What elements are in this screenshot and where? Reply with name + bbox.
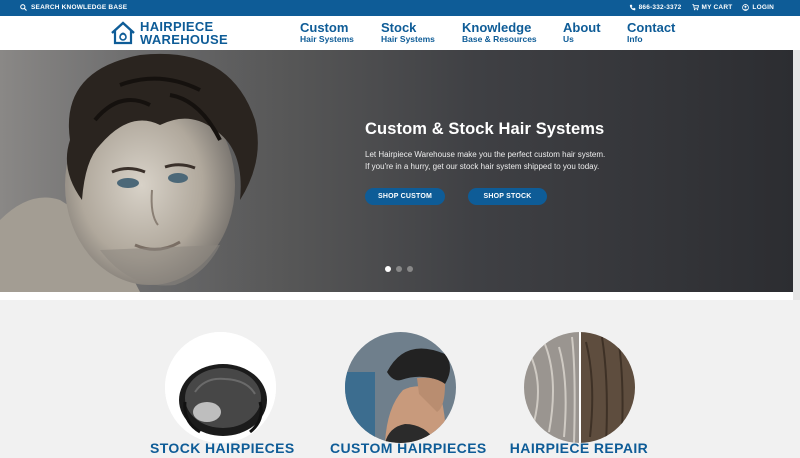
top-utility-bar: SEARCH KNOWLEDGE BASE 866-332-3372 MY CA…: [0, 0, 800, 16]
shop-stock-button[interactable]: SHOP STOCK: [468, 188, 547, 205]
login-link[interactable]: LOGIN: [742, 4, 774, 11]
category-title[interactable]: CUSTOM HAIRPIECES: [330, 440, 486, 456]
cart-icon: [691, 4, 699, 11]
nav-menu: Custom Hair Systems Stock Hair Systems K…: [300, 21, 697, 44]
nav-item-about[interactable]: About Us: [563, 21, 627, 44]
nav-item-title: About: [563, 20, 601, 35]
nav-item-subtitle: Info: [627, 34, 643, 44]
hero-title: Custom & Stock Hair Systems: [365, 120, 605, 138]
hero-slider: Custom & Stock Hair Systems Let Hairpiec…: [0, 50, 793, 292]
nav-item-custom[interactable]: Custom Hair Systems: [300, 21, 381, 44]
hero-description: Let Hairpiece Warehouse make you the per…: [365, 149, 665, 173]
nav-item-title: Knowledge: [462, 20, 532, 35]
logo-line-2: WAREHOUSE: [140, 32, 228, 47]
nav-item-stock[interactable]: Stock Hair Systems: [381, 21, 462, 44]
nav-item-subtitle: Hair Systems: [300, 34, 354, 44]
nav-item-title: Contact: [627, 20, 676, 35]
my-cart-link[interactable]: MY CART: [691, 4, 733, 11]
search-label: SEARCH KNOWLEDGE BASE: [31, 4, 128, 11]
search-knowledge-base-link[interactable]: SEARCH KNOWLEDGE BASE: [20, 4, 127, 11]
hero-desc-line-1: Let Hairpiece Warehouse make you the per…: [365, 150, 606, 159]
category-title[interactable]: HAIRPIECE REPAIR: [509, 440, 649, 456]
page-edge-strip: [793, 50, 800, 300]
hairpiece-repair-image: [523, 332, 635, 443]
site-logo[interactable]: HAIRPIECE WAREHOUSE: [109, 18, 229, 48]
hero-content: Custom & Stock Hair Systems Let Hairpiec…: [365, 120, 665, 205]
stock-hairpiece-image: [164, 332, 276, 443]
user-icon: [742, 4, 750, 11]
slider-dot-2[interactable]: [396, 266, 402, 272]
category-card-stock[interactable]: STOCK HAIRPIECES: [150, 332, 294, 456]
slider-dot-3[interactable]: [407, 266, 413, 272]
slider-dots: [385, 266, 413, 272]
login-label: LOGIN: [752, 4, 774, 11]
phone-link[interactable]: 866-332-3372: [629, 4, 682, 11]
cart-label: MY CART: [701, 4, 733, 11]
hero-model-photo: [0, 50, 290, 292]
category-card-custom[interactable]: CUSTOM HAIRPIECES: [330, 332, 486, 456]
house-logo-icon: [111, 21, 135, 45]
nav-item-subtitle: Base & Resources: [462, 34, 537, 44]
nav-item-knowledge[interactable]: Knowledge Base & Resources: [462, 21, 563, 44]
nav-item-subtitle: Us: [563, 34, 574, 44]
nav-item-title: Custom: [300, 20, 349, 35]
main-navigation: HAIRPIECE WAREHOUSE Custom Hair Systems …: [0, 16, 800, 50]
category-title[interactable]: STOCK HAIRPIECES: [150, 440, 294, 456]
nav-item-title: Stock: [381, 20, 417, 35]
hero-desc-line-2: If you're in a hurry, get our stock hair…: [365, 162, 600, 171]
nav-item-subtitle: Hair Systems: [381, 34, 435, 44]
phone-number: 866-332-3372: [638, 4, 682, 11]
shop-custom-button[interactable]: SHOP CUSTOM: [365, 188, 445, 205]
custom-hairpiece-image: [344, 332, 456, 443]
nav-item-contact[interactable]: Contact Info: [627, 21, 697, 44]
category-card-repair[interactable]: HAIRPIECE REPAIR: [509, 332, 649, 456]
slider-dot-1[interactable]: [385, 266, 391, 272]
phone-icon: [629, 4, 635, 11]
category-section: STOCK HAIRPIECES CUSTOM HAIRPIECES HAIRP…: [0, 300, 800, 458]
search-icon: [20, 4, 27, 11]
